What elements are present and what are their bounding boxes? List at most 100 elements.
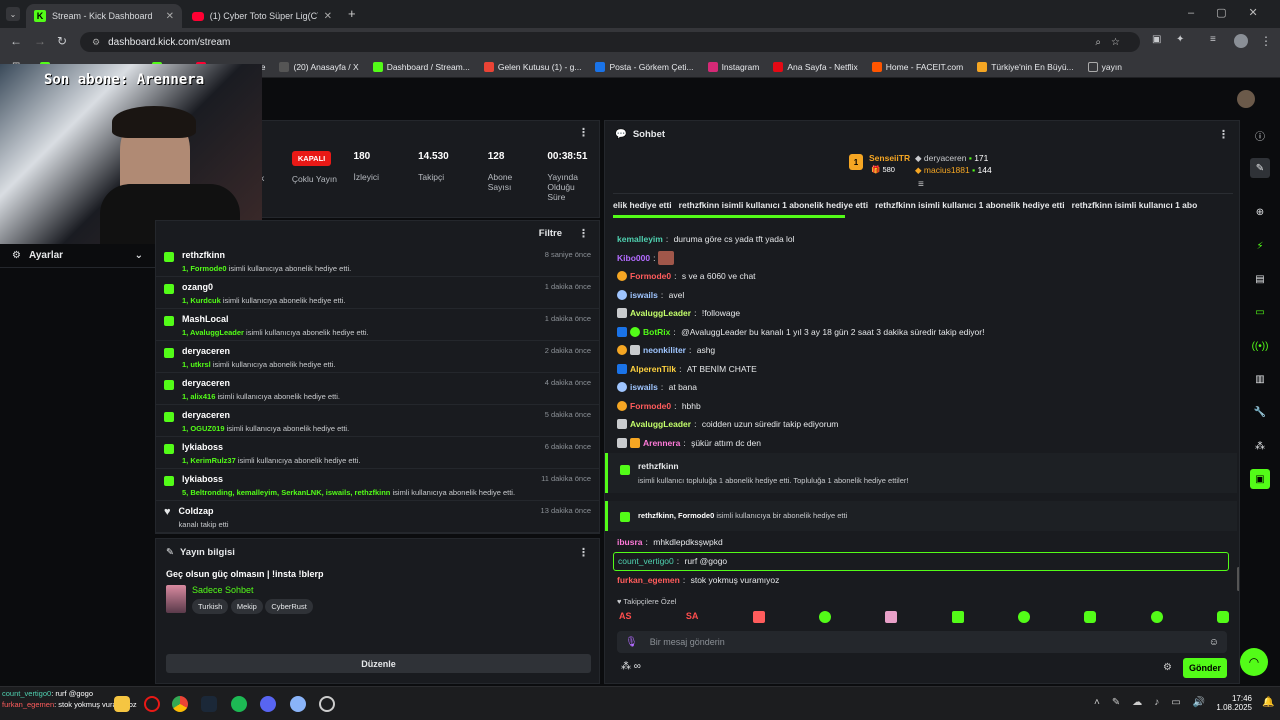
emote[interactable] [752, 611, 765, 623]
leader-name[interactable]: SenseiiTR [869, 153, 910, 163]
steam-icon[interactable] [201, 696, 217, 712]
puzzle-icon[interactable]: ✦ [1176, 34, 1184, 45]
edit-icon[interactable]: ✎ [1250, 158, 1270, 178]
bookmark-folder[interactable]: yayın [1087, 61, 1122, 72]
netflix-bookmark-icon [773, 61, 784, 72]
bookmark[interactable]: (20) Anasayfa / X [279, 61, 359, 72]
file-explorer-icon[interactable] [114, 696, 130, 712]
bookmark[interactable]: Gelen Kutusu (1) - g... [483, 61, 581, 72]
settings-toggle[interactable]: ⚙ Ayarlar ⌄ [0, 244, 155, 268]
bookmark[interactable]: Instagram [707, 61, 759, 72]
status-badge: KAPALI [291, 151, 332, 166]
emote[interactable] [1150, 611, 1163, 623]
close-tab-icon[interactable]: ✕ [166, 11, 174, 22]
edit-stream-button[interactable]: Düzenle [166, 654, 591, 673]
crosshair-icon[interactable]: ⊕ [1250, 202, 1270, 222]
bot-icon[interactable]: ▣ [1250, 469, 1270, 489]
leader-name[interactable]: ◆ deryaceren ▪ 171 [915, 153, 988, 164]
gmail-bookmark-icon [483, 61, 494, 72]
document-icon[interactable]: ▤ [1250, 269, 1270, 289]
bookmark[interactable]: Home - FACEIT.com [871, 61, 963, 72]
obs-icon[interactable] [319, 696, 335, 712]
filter-button[interactable]: Filtre [539, 228, 562, 239]
url-text: dashboard.kick.com/stream [108, 36, 231, 48]
new-tab-icon[interactable]: + [348, 6, 356, 21]
moderator-badge-icon [617, 326, 627, 337]
kick-dashboard: ⋮ k KAPALI Çoklu Yayın 180 İzleyici 14.53… [0, 64, 1280, 686]
bookmark[interactable]: Posta - Görkem Çeti... [595, 61, 694, 72]
zoom-bookmark-icons[interactable]: ⌕☆ [1095, 37, 1130, 48]
send-button[interactable]: Gönder [1183, 658, 1227, 678]
emote-sa[interactable]: SA [686, 611, 699, 625]
back-icon[interactable]: ← [10, 34, 22, 48]
chat-message-highlighted: count_vertigo0: rurf @gogo [613, 551, 1229, 571]
more-options-icon[interactable]: ⋮ [578, 546, 589, 559]
tab-kick-dashboard[interactable]: K Stream - Kick Dashboard ✕ [26, 4, 182, 28]
gift-icon [620, 465, 630, 475]
reload-icon[interactable]: ↻ [57, 34, 67, 48]
window-controls[interactable]: –▢✕ [1188, 6, 1280, 19]
support-headset-icon[interactable]: ◠ [1240, 648, 1268, 676]
overlay-chat-line: count_vertigo0: rurf @gogo [2, 689, 94, 698]
lightning-icon[interactable]: ⚡ [1250, 236, 1270, 256]
bookmark[interactable]: Dashboard / Stream... [372, 61, 470, 72]
media-icon[interactable]: ≡ [1210, 34, 1216, 45]
spotify-icon[interactable] [231, 696, 247, 712]
nodes-icon[interactable]: ⁂ [1250, 436, 1270, 456]
moderator-badge-icon [617, 363, 627, 374]
chrome-icon[interactable] [172, 696, 188, 712]
tab-youtube[interactable]: (1) Cyber Toto Süper Lig(CTSL) L ✕ [184, 4, 340, 28]
close-tab-icon[interactable]: ✕ [324, 11, 332, 22]
forward-icon[interactable]: → [34, 34, 46, 48]
address-bar[interactable]: ⚙ dashboard.kick.com/stream ⌕☆ [80, 32, 1140, 52]
chat-input[interactable]: 🎙 Bir mesaj gönderin ☺ [617, 631, 1227, 653]
sub-badge-icon [617, 308, 627, 319]
chat-messages: kemalleyim: duruma göre cs yada tft yada… [617, 230, 1227, 452]
site-info-icon[interactable]: ⚙ [92, 37, 100, 48]
emote[interactable] [1216, 611, 1229, 623]
user-avatar[interactable] [1237, 90, 1255, 108]
bookmark[interactable]: Ana Sayfa - Netflix [773, 61, 858, 72]
chat-tools-icon[interactable]: ⁂ ∞ [621, 661, 641, 672]
wrench-icon[interactable]: 🔧 [1250, 402, 1270, 422]
sub-badge-icon [617, 419, 627, 430]
folder-icon [1087, 61, 1098, 72]
chat-message: furkan_egemen: stok yokmuş vuramıyoz [617, 574, 780, 585]
discord-icon[interactable] [260, 696, 276, 712]
emote[interactable] [819, 611, 832, 623]
chat-icon[interactable]: ▭ [1250, 302, 1270, 322]
expand-icon[interactable]: ≡ [918, 179, 924, 190]
profile-avatar[interactable] [1234, 34, 1248, 48]
emote[interactable] [1084, 611, 1097, 623]
bookmark[interactable]: Türkiye'nin En Büyü... [977, 61, 1074, 72]
stat-viewers: 180 İzleyici [353, 151, 380, 182]
more-options-icon[interactable]: ⋮ [1218, 128, 1229, 141]
chat-settings-gear-icon[interactable]: ⚙ [1163, 662, 1172, 673]
chat-message: Formode0: s ve a 6060 ve chat [617, 267, 1227, 286]
system-tray-icons[interactable]: ˄✎☁♪▭🔊 [1094, 697, 1217, 708]
notification-bell-icon[interactable]: 🔔 [1262, 697, 1274, 708]
leader-name[interactable]: ◆ macius1881 ▪ 144 [915, 165, 992, 176]
microphone-icon[interactable]: 🎙 [625, 637, 638, 648]
emote[interactable] [885, 611, 898, 623]
more-options-icon[interactable]: ⋮ [578, 126, 589, 139]
clock[interactable]: 17:46 1.08.2025 [1216, 694, 1252, 712]
tab-search-icon[interactable]: ⌄ [6, 7, 20, 21]
category-link[interactable]: Sadece Sohbet [192, 585, 313, 595]
menu-icon[interactable]: ⋮ [1260, 34, 1272, 48]
people-icon[interactable]: ▥ [1250, 369, 1270, 389]
extension-icon[interactable]: ▣ [1152, 34, 1161, 45]
emoji-icon[interactable]: ☺ [1209, 637, 1219, 648]
stat-followers: 14.530 Takipçi [418, 151, 449, 182]
streamer-hair [112, 106, 196, 138]
broadcast-icon[interactable]: ((•)) [1250, 336, 1270, 356]
app-icon[interactable] [290, 696, 306, 712]
emote[interactable] [1018, 611, 1030, 623]
chat-scrollbar[interactable] [1237, 567, 1239, 591]
opera-icon[interactable] [144, 696, 160, 712]
info-icon[interactable]: ⓘ [1250, 125, 1270, 145]
more-options-icon[interactable]: ⋮ [578, 227, 589, 240]
emote[interactable] [951, 611, 964, 623]
emote-as[interactable]: AS [619, 611, 632, 625]
chat-panel: 💬 Sohbet ⋮ 1 SenseiiTR 🎁 580 ◆ deryacere… [604, 120, 1240, 684]
